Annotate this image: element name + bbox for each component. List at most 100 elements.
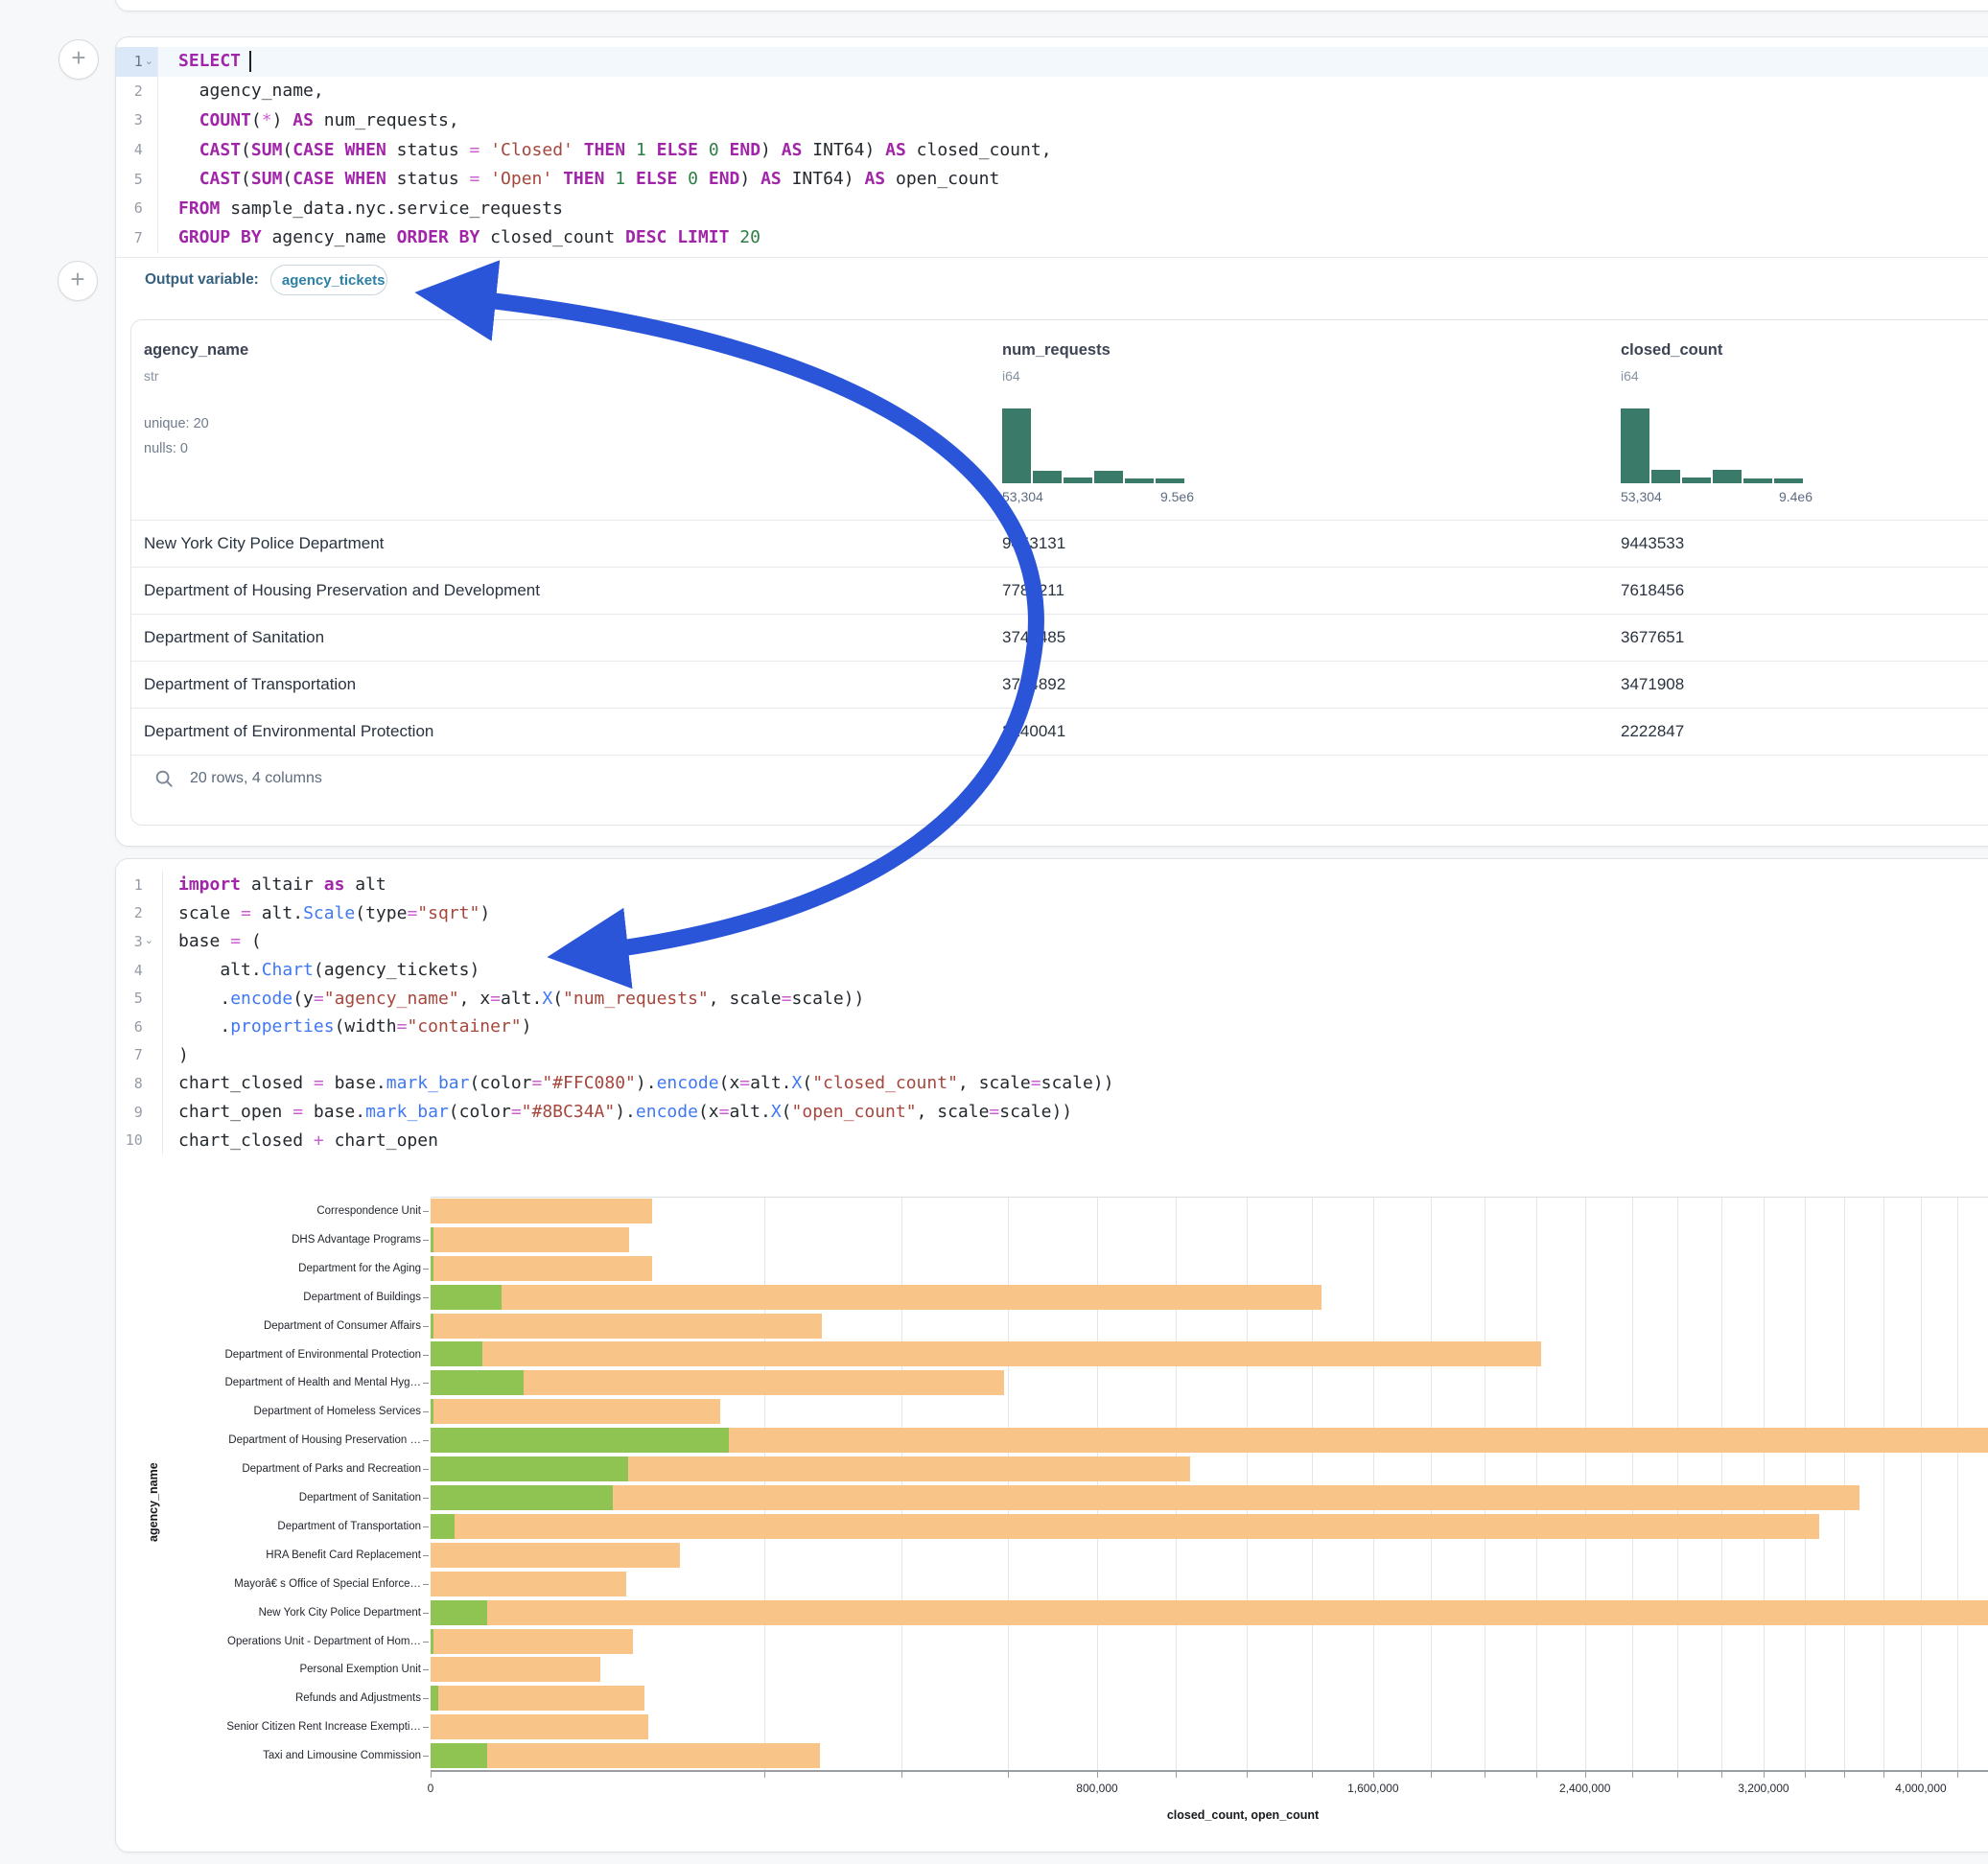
code-token	[667, 227, 677, 247]
bar-open-count[interactable]	[431, 1456, 628, 1481]
bar-open-count[interactable]	[431, 1514, 455, 1539]
table-cell[interactable]: 2222847	[1621, 722, 1684, 741]
chart-gridline	[1677, 1197, 1678, 1770]
bar-open-count[interactable]	[431, 1285, 502, 1310]
code-token: DESC	[625, 227, 667, 247]
bar-open-count[interactable]	[431, 1485, 613, 1510]
histogram-axis: 53,304 9.4e6	[1621, 489, 1813, 504]
code-line-2[interactable]: 2 ⌄ agency_name,	[116, 77, 1988, 106]
chart-x-label: 1,600,000	[1347, 1782, 1398, 1795]
sql-code-editor[interactable]: 1 ⌄ SELECT 2 ⌄ agency_name, 3 ⌄ COUNT(*)…	[116, 47, 1988, 252]
chart-y-tick	[423, 1756, 429, 1757]
line-number: 1	[134, 53, 143, 70]
bar-closed-count[interactable]	[431, 1686, 644, 1711]
bar-closed-count[interactable]	[431, 1256, 652, 1281]
bar-closed-count[interactable]	[431, 1629, 633, 1654]
bar-open-count[interactable]	[431, 1314, 433, 1339]
table-cell[interactable]: 2240041	[1002, 722, 1065, 741]
code-line-4[interactable]: 4 ⌄ CAST(SUM(CASE WHEN status = 'Closed'…	[116, 135, 1988, 165]
chart-y-tick	[423, 1498, 429, 1499]
bar-closed-count[interactable]	[431, 1543, 680, 1568]
dataframe-preview[interactable]: agency_namestrunique: 20nulls: 0num_requ…	[130, 319, 1988, 826]
bar-open-count[interactable]	[431, 1428, 729, 1453]
line-number-gutter: 5 ⌄	[116, 164, 157, 194]
column-header-num_requests[interactable]: num_requests	[1002, 341, 1111, 360]
column-histogram	[1002, 407, 1184, 483]
table-cell[interactable]: 3749485	[1002, 628, 1065, 647]
add-cell-button-top[interactable]: +	[58, 39, 99, 80]
code-line-6[interactable]: 6 ⌄ FROM sample_data.nyc.service_request…	[116, 194, 1988, 223]
row-divider	[131, 708, 1988, 709]
bar-closed-count[interactable]	[431, 1714, 648, 1739]
bar-open-count[interactable]	[431, 1629, 433, 1654]
bar-open-count[interactable]	[431, 1399, 433, 1424]
bar-open-count[interactable]	[431, 1743, 487, 1768]
column-header-closed_count[interactable]: closed_count	[1621, 341, 1722, 360]
table-cell[interactable]: Department of Sanitation	[144, 628, 324, 647]
bar-closed-count[interactable]	[431, 1743, 820, 1768]
code-line-1[interactable]: 1 ⌄ SELECT	[116, 47, 1988, 77]
bar-closed-count[interactable]	[431, 1341, 1541, 1366]
bar-open-count[interactable]	[431, 1256, 433, 1281]
bar-closed-count[interactable]	[431, 1199, 652, 1223]
bar-closed-count[interactable]	[431, 1657, 600, 1682]
chart-y-tick	[423, 1297, 429, 1298]
bar-closed-count[interactable]	[431, 1600, 1988, 1625]
search-icon[interactable]	[153, 768, 175, 789]
table-cell[interactable]: 7782211	[1002, 581, 1064, 600]
output-variable-pill[interactable]: agency_tickets	[270, 265, 387, 295]
table-cell[interactable]: 7618456	[1621, 581, 1684, 600]
table-cell[interactable]: New York City Police Department	[144, 534, 384, 553]
add-cell-button-middle[interactable]: +	[58, 261, 98, 301]
output-variable-value: agency_tickets	[271, 272, 386, 289]
table-cell[interactable]: 3774892	[1002, 675, 1065, 694]
bar-open-count[interactable]	[431, 1370, 524, 1395]
bar-closed-count[interactable]	[431, 1285, 1321, 1310]
sql-cell[interactable]: 1 ⌄ SELECT 2 ⌄ agency_name, 3 ⌄ COUNT(*)…	[115, 36, 1988, 847]
bar-closed-count[interactable]	[431, 1514, 1819, 1539]
code-line-5[interactable]: 5 ⌄ CAST(SUM(CASE WHEN status = 'Open' T…	[116, 164, 1988, 194]
column-header-agency_name[interactable]: agency_name	[144, 341, 248, 360]
chart-x-tick	[901, 1772, 902, 1778]
table-cell[interactable]: Department of Transportation	[144, 675, 356, 694]
chart-y-tick	[423, 1469, 429, 1470]
chart-y-label: New York City Police Department	[259, 1607, 421, 1619]
chart-y-tick	[423, 1440, 429, 1441]
bar-closed-count[interactable]	[431, 1485, 1859, 1510]
table-cell[interactable]: 3677651	[1621, 628, 1684, 647]
previous-cell-bottom-edge	[115, 0, 1988, 12]
bar-closed-count[interactable]	[431, 1227, 629, 1252]
bar-closed-count[interactable]	[431, 1399, 720, 1424]
chart-y-label: Taxi and Limousine Commission	[263, 1750, 421, 1761]
code-token: =	[470, 140, 480, 160]
row-divider	[131, 661, 1988, 662]
chart-y-tick	[423, 1584, 429, 1585]
plus-icon: +	[70, 265, 84, 293]
chart-x-tick	[1247, 1772, 1248, 1778]
bar-open-count[interactable]	[431, 1227, 433, 1252]
code-token: SUM	[251, 140, 283, 160]
chart-gridline	[1883, 1197, 1884, 1770]
bar-open-count[interactable]	[431, 1341, 482, 1366]
chart-x-axis-line	[431, 1770, 1988, 1772]
bar-open-count[interactable]	[431, 1686, 438, 1711]
code-token: AS	[885, 140, 906, 160]
chart-y-tick	[423, 1355, 429, 1356]
bar-closed-count[interactable]	[431, 1314, 822, 1339]
table-cell[interactable]: 3471908	[1621, 675, 1684, 694]
table-cell[interactable]: Department of Environmental Protection	[144, 722, 433, 741]
python-cell[interactable]: 1 ⌄ import altair as alt 2 ⌄ scale = alt…	[115, 858, 1988, 1852]
bar-open-count[interactable]	[431, 1600, 487, 1625]
code-line-3[interactable]: 3 ⌄ COUNT(*) AS num_requests,	[116, 105, 1988, 135]
bar-closed-count[interactable]	[431, 1572, 626, 1596]
chart-gridline	[1373, 1197, 1374, 1770]
histogram-bar	[1002, 408, 1031, 483]
code-token	[729, 227, 739, 247]
histogram-bar	[1682, 478, 1711, 483]
chevron-down-icon[interactable]: ⌄	[145, 55, 153, 67]
code-text: FROM sample_data.nyc.service_requests	[157, 198, 563, 219]
table-cell[interactable]: 9453131	[1002, 534, 1065, 553]
code-line-7[interactable]: 7 ⌄ GROUP BY agency_name ORDER BY closed…	[116, 223, 1988, 253]
table-cell[interactable]: Department of Housing Preservation and D…	[144, 581, 540, 600]
table-cell[interactable]: 9443533	[1621, 534, 1684, 553]
